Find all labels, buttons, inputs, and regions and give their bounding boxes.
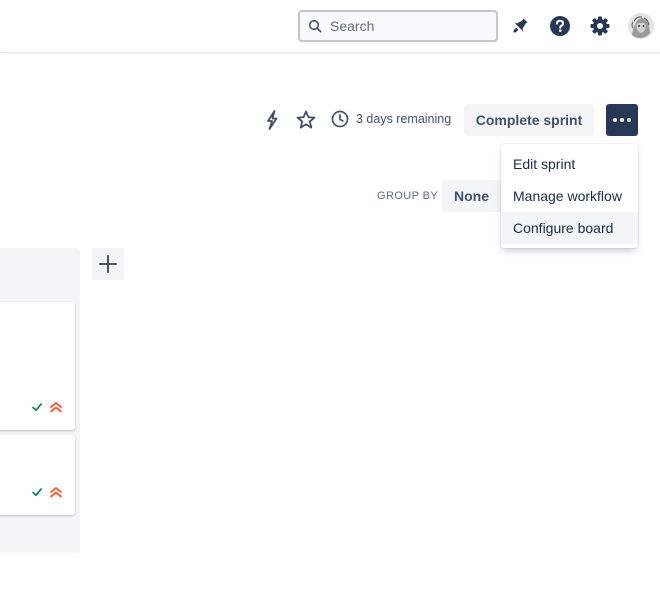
days-remaining-text: 3 days remaining <box>356 112 452 126</box>
board-page: 3 days remaining Complete sprint GROUP B… <box>0 0 660 596</box>
more-icon-dot <box>620 118 624 122</box>
more-icon-dot <box>613 118 617 122</box>
more-icon-dot <box>627 118 631 122</box>
menu-item-configure-board[interactable]: Configure board <box>501 212 638 244</box>
settings-icon[interactable] <box>588 14 612 38</box>
lightning-icon[interactable] <box>260 108 284 132</box>
card-icons <box>31 400 63 414</box>
complete-sprint-button[interactable]: Complete sprint <box>464 104 594 136</box>
done-check-icon <box>32 403 43 412</box>
star-icon[interactable] <box>294 108 318 132</box>
done-check-icon <box>32 488 43 497</box>
clock-icon <box>331 110 349 128</box>
help-icon[interactable] <box>548 14 572 38</box>
user-avatar[interactable] <box>628 13 654 39</box>
more-actions-button[interactable] <box>606 104 638 136</box>
search-box[interactable] <box>298 10 498 42</box>
add-column-button[interactable] <box>92 248 124 280</box>
plus-icon <box>99 255 117 273</box>
notification-icon[interactable] <box>508 14 532 38</box>
issue-card[interactable] <box>0 435 75 515</box>
highest-priority-icon <box>50 402 62 413</box>
menu-item-edit-sprint[interactable]: Edit sprint <box>501 148 638 180</box>
highest-priority-icon <box>50 487 62 498</box>
issue-card[interactable] <box>0 302 75 430</box>
sprint-time-remaining: 3 days remaining <box>331 110 451 128</box>
menu-item-manage-workflow[interactable]: Manage workflow <box>501 180 638 212</box>
avatar-image-icon <box>628 13 654 39</box>
group-by-label: GROUP BY <box>377 190 439 202</box>
search-input[interactable] <box>330 18 480 34</box>
more-actions-menu: Edit sprint Manage workflow Configure bo… <box>501 144 638 248</box>
top-navigation <box>0 0 660 53</box>
group-by-select[interactable]: None <box>442 180 502 212</box>
search-icon <box>308 19 322 33</box>
card-icons <box>31 485 63 499</box>
